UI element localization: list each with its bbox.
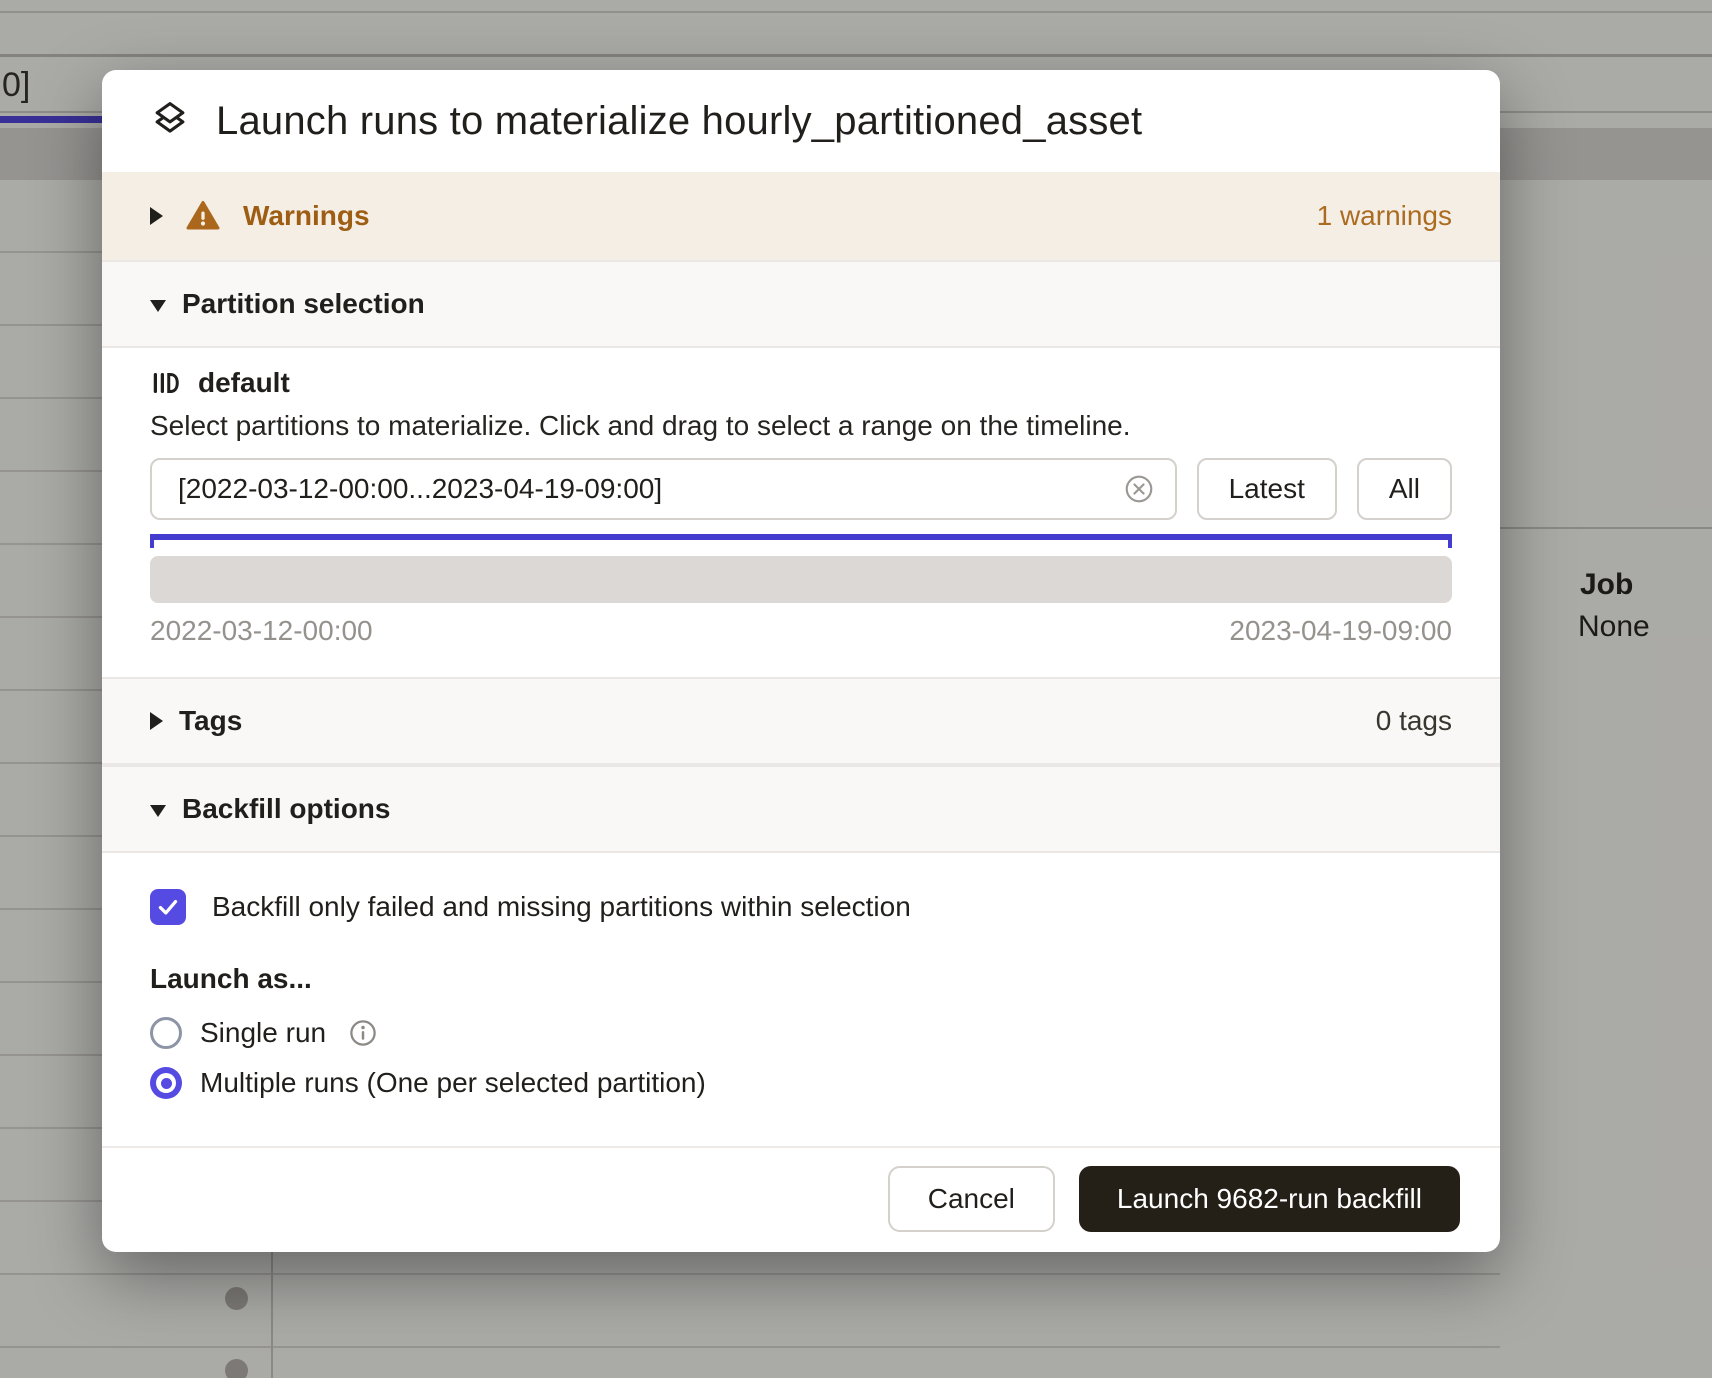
warnings-left-group: Warnings: [150, 198, 370, 234]
warnings-count: 1 warnings: [1317, 200, 1452, 232]
materialize-layers-icon: [148, 99, 192, 143]
backfill-failed-missing-checkbox[interactable]: Backfill only failed and missing partiti…: [150, 889, 1452, 925]
checkbox-checked-icon: [150, 889, 186, 925]
timeline-start-label: 2022-03-12-00:00: [150, 615, 373, 647]
partition-range-row: Latest All: [150, 458, 1452, 520]
partition-timeline[interactable]: [150, 556, 1452, 603]
dialog-footer: Cancel Launch 9682-run backfill: [102, 1146, 1500, 1252]
chevron-right-icon: [150, 207, 163, 225]
warning-triangle-icon: [185, 198, 221, 234]
dialog-title: Launch runs to materialize hourly_partit…: [216, 99, 1142, 144]
partition-selection-body: default Select partitions to materialize…: [102, 348, 1500, 677]
backfill-options-title: Backfill options: [182, 793, 390, 825]
launch-backfill-button[interactable]: Launch 9682-run backfill: [1079, 1166, 1460, 1232]
chevron-down-icon: [150, 300, 166, 312]
timeline-end-label: 2023-04-19-09:00: [1229, 615, 1452, 647]
info-icon[interactable]: [348, 1018, 378, 1048]
timeline-date-labels: 2022-03-12-00:00 2023-04-19-09:00: [150, 615, 1452, 647]
launch-as-label: Launch as...: [150, 963, 1452, 995]
dimension-name: default: [198, 367, 290, 399]
partition-range-input-wrap: [150, 458, 1177, 520]
warnings-section-toggle[interactable]: Warnings 1 warnings: [102, 172, 1500, 260]
partition-selection-toggle[interactable]: Partition selection: [102, 260, 1500, 348]
partition-selection-description: Select partitions to materialize. Click …: [150, 410, 1452, 442]
latest-button[interactable]: Latest: [1197, 458, 1337, 520]
single-run-label: Single run: [200, 1017, 326, 1049]
timeline-selection-bracket: [150, 534, 1452, 548]
partition-range-input[interactable]: [150, 458, 1177, 520]
backfill-options-toggle[interactable]: Backfill options: [102, 765, 1500, 853]
multiple-runs-radio[interactable]: Multiple runs (One per selected partitio…: [150, 1067, 1452, 1099]
launch-backfill-dialog: Launch runs to materialize hourly_partit…: [102, 70, 1500, 1252]
radio-unselected-icon: [150, 1017, 182, 1049]
tags-title: Tags: [179, 705, 242, 737]
chevron-down-icon: [150, 805, 166, 817]
tags-section-toggle[interactable]: Tags 0 tags: [102, 677, 1500, 765]
multiple-runs-label: Multiple runs (One per selected partitio…: [200, 1067, 706, 1099]
tags-count: 0 tags: [1376, 705, 1452, 737]
dimension-row: default: [150, 366, 1452, 400]
single-run-radio[interactable]: Single run: [150, 1017, 1452, 1049]
cancel-button[interactable]: Cancel: [888, 1166, 1055, 1232]
all-button[interactable]: All: [1357, 458, 1452, 520]
warnings-label: Warnings: [243, 200, 370, 232]
partition-dimension-icon: [150, 368, 180, 398]
dialog-header: Launch runs to materialize hourly_partit…: [102, 70, 1500, 172]
clear-selection-icon[interactable]: [1123, 473, 1155, 505]
partition-selection-title: Partition selection: [182, 288, 425, 320]
checkbox-label: Backfill only failed and missing partiti…: [212, 891, 911, 923]
radio-selected-icon: [150, 1067, 182, 1099]
backfill-options-body: Backfill only failed and missing partiti…: [102, 853, 1500, 1129]
chevron-right-icon: [150, 712, 163, 730]
